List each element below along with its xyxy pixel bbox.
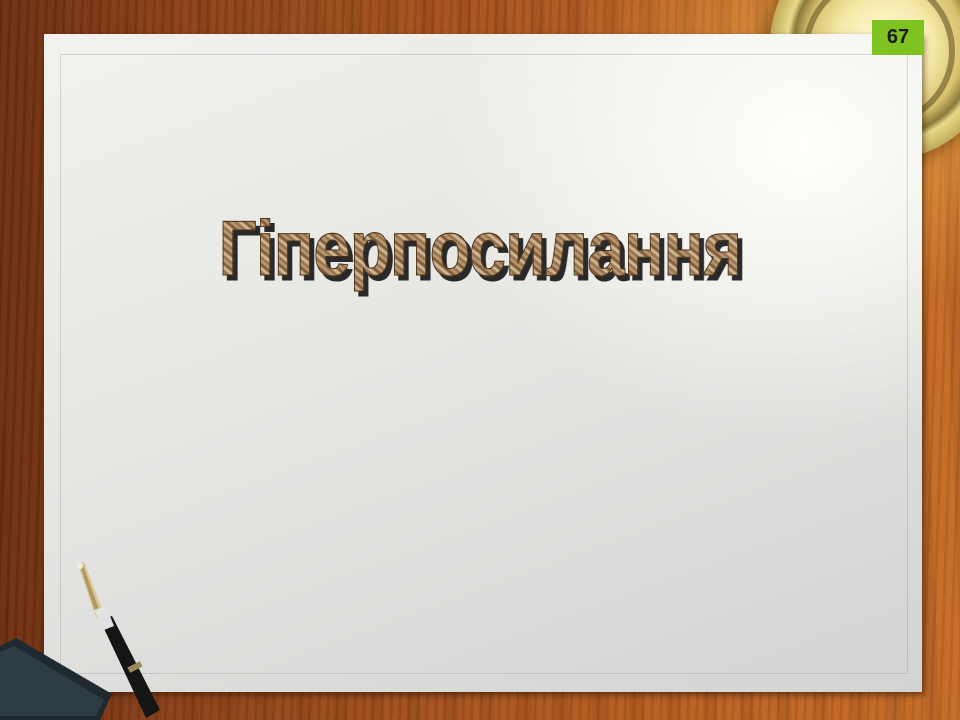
slide-number-badge: 67 bbox=[872, 20, 924, 55]
fountain-pen-icon bbox=[0, 562, 160, 720]
slide-title: Гіперпосилання bbox=[50, 198, 910, 298]
